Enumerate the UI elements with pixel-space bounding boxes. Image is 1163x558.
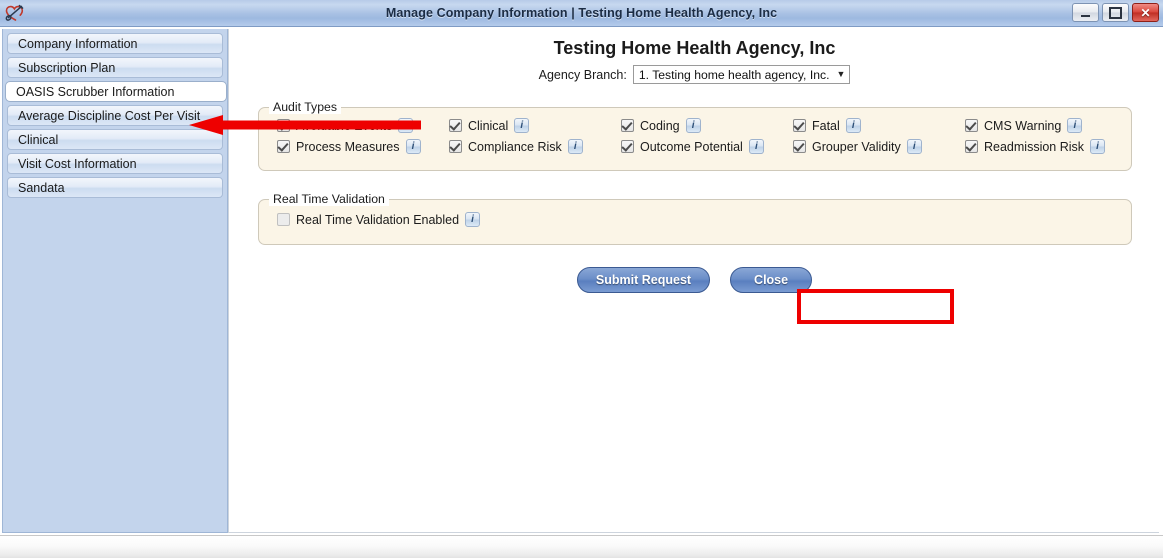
- sidebar-item-subscription-plan[interactable]: Subscription Plan: [7, 57, 223, 78]
- audit-types-fieldset: Audit Types Avoidable Events i Clinical …: [258, 100, 1133, 171]
- status-bar: [0, 535, 1163, 558]
- page-title: Testing Home Health Agency, Inc: [553, 38, 836, 58]
- checkbox-row-grouper-validity[interactable]: Grouper Validity i: [793, 136, 965, 157]
- agency-branch-value: 1. Testing home health agency, Inc.: [638, 67, 830, 82]
- close-button-action[interactable]: Close: [730, 267, 813, 293]
- submit-request-button[interactable]: Submit Request: [576, 267, 711, 293]
- checkbox-cms-warning[interactable]: [965, 119, 978, 132]
- checkbox-fatal[interactable]: [793, 119, 806, 132]
- sidebar-item-clinical[interactable]: Clinical: [7, 129, 223, 150]
- agency-branch-label: Agency Branch:: [538, 67, 627, 82]
- checkbox-row-real-time-validation-enabled[interactable]: Real Time Validation Enabled i: [277, 212, 481, 227]
- checkbox-coding[interactable]: [621, 119, 634, 132]
- real-time-validation-legend: Real Time Validation: [269, 192, 389, 206]
- info-icon-avoidable-events[interactable]: i: [398, 118, 414, 133]
- agency-branch-select[interactable]: 1. Testing home health agency, Inc. ▼: [632, 65, 851, 84]
- label-clinical: Clinical: [468, 118, 509, 133]
- audit-types-legend: Audit Types: [269, 100, 342, 114]
- label-outcome-potential: Outcome Potential: [640, 139, 743, 154]
- close-icon: ✕: [1140, 5, 1151, 20]
- action-button-row: Submit Request Close: [229, 267, 1160, 293]
- label-avoidable-events: Avoidable Events: [296, 118, 393, 133]
- checkbox-row-compliance-risk[interactable]: Compliance Risk i: [449, 136, 621, 157]
- info-icon-outcome-potential[interactable]: i: [748, 139, 764, 154]
- info-icon-process-measures[interactable]: i: [405, 139, 421, 154]
- label-grouper-validity: Grouper Validity: [812, 139, 901, 154]
- submit-request-highlight-box: [797, 289, 954, 324]
- window-title: Manage Company Information | Testing Hom…: [385, 6, 778, 20]
- checkbox-row-process-measures[interactable]: Process Measures i: [277, 136, 449, 157]
- maximize-button[interactable]: [1102, 3, 1129, 22]
- window-controls: ✕: [1072, 3, 1159, 22]
- checkbox-outcome-potential[interactable]: [621, 140, 634, 153]
- close-button[interactable]: ✕: [1132, 3, 1159, 22]
- content-area: Company Information Subscription Plan OA…: [0, 27, 1163, 535]
- maximize-icon: [1109, 6, 1122, 19]
- label-cms-warning: CMS Warning: [984, 118, 1062, 133]
- checkbox-readmission-risk[interactable]: [965, 140, 978, 153]
- info-icon-grouper-validity[interactable]: i: [906, 139, 922, 154]
- real-time-validation-fieldset: Real Time Validation Real Time Validatio…: [258, 192, 1132, 245]
- info-icon-cms-warning[interactable]: i: [1067, 118, 1083, 133]
- sidebar-item-oasis-scrubber-information[interactable]: OASIS Scrubber Information: [5, 81, 227, 102]
- checkbox-row-clinical[interactable]: Clinical i: [449, 115, 621, 136]
- info-icon-coding[interactable]: i: [685, 118, 701, 133]
- agency-branch-row: Agency Branch: 1. Testing home health ag…: [229, 65, 1160, 84]
- checkbox-process-measures[interactable]: [277, 140, 290, 153]
- checkbox-grouper-validity[interactable]: [793, 140, 806, 153]
- sidebar-item-visit-cost-information[interactable]: Visit Cost Information: [7, 153, 223, 174]
- checkbox-real-time-validation-enabled[interactable]: [277, 213, 290, 226]
- info-icon-clinical[interactable]: i: [514, 118, 530, 133]
- checkbox-avoidable-events[interactable]: [277, 119, 290, 132]
- checkbox-clinical[interactable]: [449, 119, 462, 132]
- title-bar: Manage Company Information | Testing Hom…: [0, 0, 1163, 27]
- sidebar-item-sandata[interactable]: Sandata: [7, 177, 223, 198]
- minimize-icon: [1081, 12, 1090, 17]
- application-window: Manage Company Information | Testing Hom…: [0, 0, 1163, 558]
- checkbox-compliance-risk[interactable]: [449, 140, 462, 153]
- checkbox-row-avoidable-events[interactable]: Avoidable Events i: [277, 115, 449, 136]
- checkbox-row-readmission-risk[interactable]: Readmission Risk i: [965, 136, 1137, 157]
- checkbox-row-coding[interactable]: Coding i: [621, 115, 793, 136]
- sidebar-item-company-information[interactable]: Company Information: [7, 33, 223, 54]
- label-fatal: Fatal: [812, 118, 840, 133]
- info-icon-compliance-risk[interactable]: i: [567, 139, 583, 154]
- label-compliance-risk: Compliance Risk: [468, 139, 562, 154]
- sidebar-navigation: Company Information Subscription Plan OA…: [2, 29, 228, 533]
- checkbox-row-outcome-potential[interactable]: Outcome Potential i: [621, 136, 793, 157]
- info-icon-fatal[interactable]: i: [845, 118, 861, 133]
- label-coding: Coding: [640, 118, 680, 133]
- checkbox-row-fatal[interactable]: Fatal i: [793, 115, 965, 136]
- main-panel: Testing Home Health Agency, Inc Agency B…: [228, 29, 1159, 533]
- info-icon-real-time-validation[interactable]: i: [465, 212, 481, 227]
- label-process-measures: Process Measures: [296, 139, 400, 154]
- sidebar-item-average-discipline-cost-per-visit[interactable]: Average Discipline Cost Per Visit: [7, 105, 223, 126]
- minimize-button[interactable]: [1072, 3, 1099, 22]
- checkbox-row-cms-warning[interactable]: CMS Warning i: [965, 115, 1137, 136]
- label-readmission-risk: Readmission Risk: [984, 139, 1085, 154]
- chevron-down-icon: ▼: [836, 69, 846, 79]
- label-real-time-validation-enabled: Real Time Validation Enabled: [296, 212, 460, 227]
- audit-types-checkbox-grid: Avoidable Events i Clinical i Coding i F…: [259, 115, 1133, 157]
- info-icon-readmission-risk[interactable]: i: [1090, 139, 1106, 154]
